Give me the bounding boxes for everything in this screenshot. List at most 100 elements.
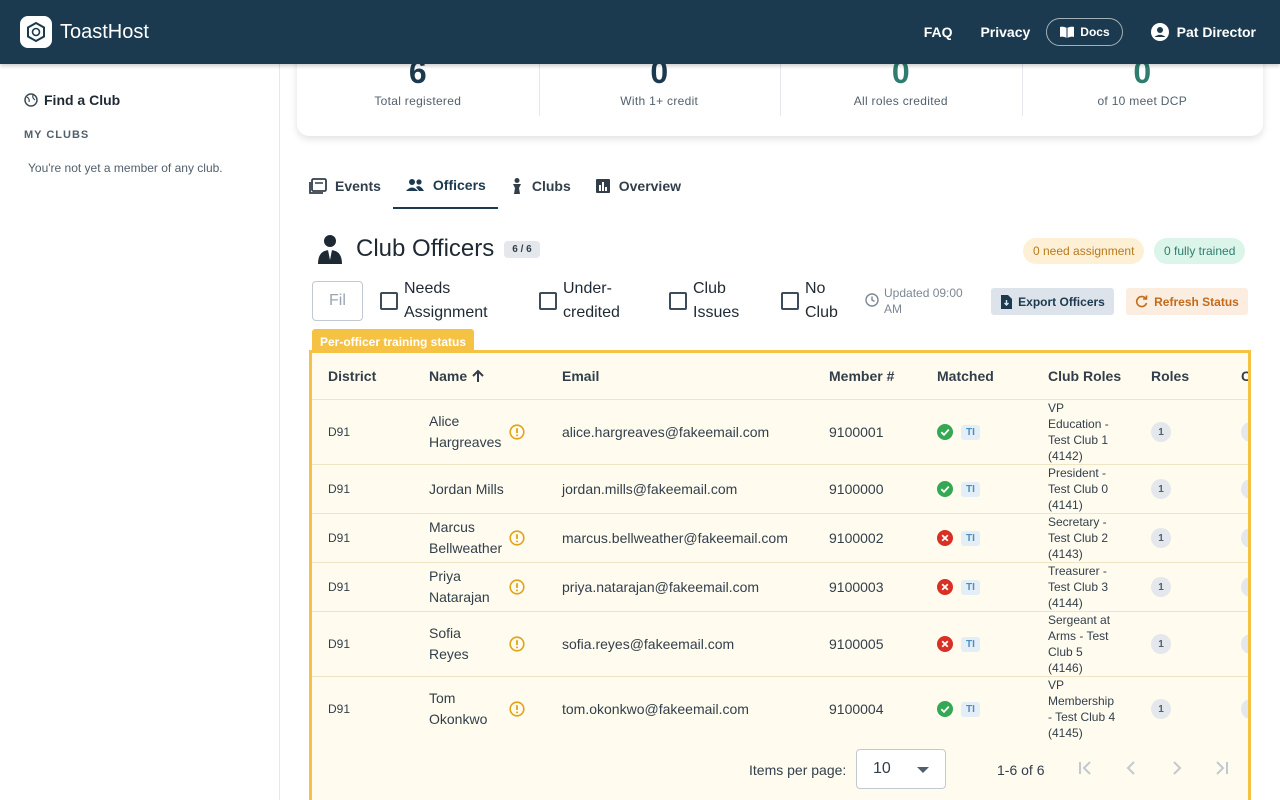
top-nav: FAQ Privacy Docs Pat Director: [924, 18, 1256, 46]
updated-text: Updated 09:00 AM: [884, 286, 963, 316]
privacy-link[interactable]: Privacy: [980, 24, 1030, 40]
email-cell: sofia.reyes@fakeemail.com: [562, 636, 735, 652]
roles-cell: 1: [1151, 563, 1171, 611]
credits-cell: [1241, 514, 1248, 562]
no-club-checkbox[interactable]: No Club: [781, 277, 851, 325]
first-page-icon[interactable]: [1075, 758, 1095, 778]
roles-count-badge: 1: [1151, 528, 1171, 548]
roles-count-badge: 1: [1151, 479, 1171, 499]
warning-icon: [509, 636, 525, 652]
cancel-circle-icon: [937, 530, 953, 546]
brand[interactable]: ToastHost: [20, 16, 149, 48]
club-roles-cell: Sergeant at Arms - Test Club 5 (4146): [1048, 613, 1111, 675]
club-roles-cell: Secretary - Test Club 2 (4143): [1048, 515, 1109, 561]
last-page-icon[interactable]: [1212, 758, 1232, 778]
header-district[interactable]: District: [328, 353, 376, 399]
no-club-message: You're not yet a member of any club.: [28, 161, 223, 175]
account-circle-icon: [1150, 23, 1169, 41]
tab-overview[interactable]: Overview: [583, 163, 693, 209]
credits-cell: [1241, 400, 1248, 464]
docs-button[interactable]: Docs: [1046, 18, 1123, 46]
officer-name: Marcus Bellweather: [429, 519, 503, 556]
header-name-label: Name: [429, 367, 468, 384]
member-number-cell: 9100000: [829, 481, 884, 497]
matched-cell: TI: [937, 563, 980, 611]
table-row[interactable]: D91 Marcus Bellweather marcus.bellweather@…: [312, 513, 1248, 562]
header-roles[interactable]: Roles: [1151, 353, 1189, 399]
officer-name: Priya Natarajan: [429, 568, 490, 605]
table-row[interactable]: D91 Priya Natarajan priya.natarajan@fakeem…: [312, 562, 1248, 611]
file-download-icon: [1001, 294, 1013, 309]
checkbox-box: [539, 292, 557, 310]
officer-icon: [318, 235, 342, 264]
table-row[interactable]: D91 Jordan Mills jordan.mills@fakeemail.co…: [312, 464, 1248, 513]
header-name[interactable]: Name: [429, 353, 485, 399]
warning-icon: [509, 424, 525, 440]
header-email[interactable]: Email: [562, 353, 599, 399]
roles-cell: 1: [1151, 677, 1171, 741]
credits-count-badge: [1241, 479, 1248, 499]
email-cell: alice.hargreaves@fakeemail.com: [562, 424, 770, 440]
tab-label: Overview: [618, 178, 681, 194]
under-credited-checkbox[interactable]: Under-credited: [539, 277, 649, 325]
header-club-roles[interactable]: Club Roles: [1048, 353, 1121, 399]
next-page-icon[interactable]: [1167, 758, 1187, 778]
faq-link[interactable]: FAQ: [924, 24, 953, 40]
tab-officers[interactable]: Officers: [392, 163, 498, 209]
checkbox-box: [380, 292, 398, 310]
table-row[interactable]: D91 Tom Okonkwo tom.okonkwo@fakeemail.com 9…: [312, 676, 1248, 741]
credits-cell: [1241, 612, 1248, 676]
previous-page-icon[interactable]: [1121, 758, 1141, 778]
officer-name: Jordan Mills: [429, 480, 504, 497]
credits-cell: [1241, 677, 1248, 741]
ti-badge: TI: [961, 636, 980, 652]
ti-badge: TI: [961, 530, 980, 546]
checkbox-label: Under-credited: [563, 280, 620, 321]
paginator: Items per page: 10 1-6 of 6: [312, 740, 1248, 800]
header-matched[interactable]: Matched: [937, 353, 994, 399]
top-app-bar: ToastHost FAQ Privacy Docs Pat Director: [0, 0, 1280, 64]
filter-input[interactable]: Fil: [312, 281, 363, 321]
refresh-label: Refresh Status: [1154, 294, 1239, 309]
tab-events[interactable]: Events: [297, 163, 393, 209]
user-name: Pat Director: [1176, 24, 1256, 40]
district-cell: D91: [328, 637, 351, 651]
name-cell: Marcus Bellweather: [429, 514, 525, 562]
find-club-link[interactable]: Find a Club: [24, 92, 120, 108]
club-roles-cell: VP Education - Test Club 1 (4142): [1048, 401, 1109, 463]
roles-cell: 1: [1151, 465, 1171, 513]
matched-cell: TI: [937, 514, 980, 562]
email-cell: tom.okonkwo@fakeemail.com: [562, 701, 749, 717]
need-assignment-chip[interactable]: 0 need assignment: [1023, 238, 1145, 264]
email-cell: jordan.mills@fakeemail.com: [562, 481, 738, 497]
check-circle-icon: [937, 701, 953, 717]
stat-label: With 1+ credit: [620, 94, 699, 108]
roles-count-badge: 1: [1151, 634, 1171, 654]
arrow-up-icon: [472, 369, 484, 382]
header-c[interactable]: C: [1241, 353, 1248, 399]
find-club-label: Find a Club: [44, 92, 121, 108]
name-cell: Priya Natarajan: [429, 563, 525, 611]
page-size-select[interactable]: 10: [856, 749, 946, 789]
tab-clubs[interactable]: Clubs: [498, 163, 583, 209]
table-row[interactable]: D91 Sofia Reyes sofia.reyes@fakeemail.com 9…: [312, 611, 1248, 676]
fully-trained-chip[interactable]: 0 fully trained: [1154, 238, 1246, 264]
header-member[interactable]: Member #: [829, 353, 899, 399]
person-pin-icon: [512, 178, 521, 194]
name-cell: Tom Okonkwo: [429, 677, 525, 741]
email-cell: marcus.bellweather@fakeemail.com: [562, 530, 788, 546]
name-cell: Jordan Mills: [429, 465, 529, 513]
export-officers-button[interactable]: Export Officers: [991, 288, 1114, 315]
checkbox-label: Needs Assignment: [404, 280, 488, 321]
officer-name: Alice Hargreaves: [429, 413, 502, 450]
refresh-status-button[interactable]: Refresh Status: [1126, 288, 1248, 315]
club-issues-checkbox[interactable]: Club Issues: [669, 277, 749, 325]
district-cell: D91: [328, 482, 351, 496]
needs-assignment-checkbox[interactable]: Needs Assignment: [380, 277, 520, 325]
warning-icon: [509, 701, 525, 717]
credits-count-badge: [1241, 528, 1248, 548]
sidebar: Find a Club MY CLUBS You're not yet a me…: [0, 64, 280, 800]
table-row[interactable]: D91 Alice Hargreaves alice.hargreaves@fake…: [312, 399, 1248, 464]
clock-icon: [865, 293, 879, 307]
user-menu[interactable]: Pat Director: [1150, 23, 1256, 41]
